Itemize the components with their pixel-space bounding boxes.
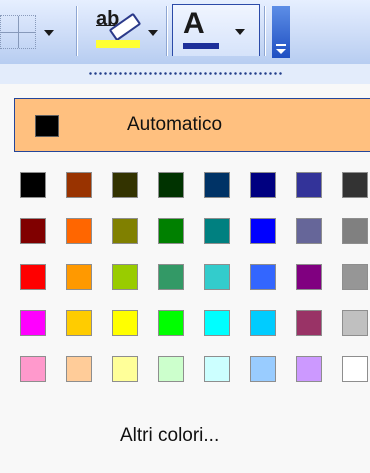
font-color-icon: A <box>183 7 205 40</box>
highlight-color-bar <box>96 40 140 48</box>
font-color-dropdown: Automatico Altri colori... <box>0 64 370 473</box>
highlight-button[interactable]: ab <box>82 8 162 56</box>
color-swatch[interactable] <box>342 172 368 198</box>
color-swatch[interactable] <box>158 310 184 336</box>
color-swatch[interactable] <box>158 172 184 198</box>
color-swatch[interactable] <box>204 310 230 336</box>
word-ui-window: ab A Automatico Altri colori... <box>0 0 370 473</box>
automatic-color-swatch <box>35 115 59 137</box>
toolbar-separator <box>76 6 77 56</box>
color-swatch[interactable] <box>20 172 46 198</box>
drag-handle[interactable] <box>0 64 370 84</box>
color-swatch[interactable] <box>342 310 368 336</box>
color-swatch[interactable] <box>112 264 138 290</box>
color-swatch[interactable] <box>20 310 46 336</box>
more-colors-button[interactable]: Altri colori... <box>120 425 219 447</box>
color-swatch[interactable] <box>66 172 92 198</box>
borders-icon <box>0 15 36 49</box>
color-swatch[interactable] <box>66 310 92 336</box>
borders-button[interactable] <box>0 8 58 56</box>
toolbar-options-button[interactable] <box>272 6 290 58</box>
color-swatch[interactable] <box>250 356 276 382</box>
color-swatch[interactable] <box>158 264 184 290</box>
font-color-button[interactable]: A <box>172 4 260 56</box>
automatic-color-label: Automatico <box>127 114 223 135</box>
color-swatch[interactable] <box>112 356 138 382</box>
color-swatch[interactable] <box>66 264 92 290</box>
color-swatch[interactable] <box>112 310 138 336</box>
color-swatch[interactable] <box>250 310 276 336</box>
drag-dots-icon <box>88 72 284 75</box>
color-swatch[interactable] <box>20 264 46 290</box>
automatic-color-option[interactable]: Automatico <box>14 98 370 152</box>
formatting-toolbar: ab A <box>0 0 370 65</box>
color-swatch[interactable] <box>296 310 322 336</box>
color-swatch[interactable] <box>342 218 368 244</box>
color-swatch[interactable] <box>250 172 276 198</box>
chevron-down-icon <box>276 49 286 54</box>
color-swatch[interactable] <box>66 356 92 382</box>
color-swatch[interactable] <box>158 356 184 382</box>
color-swatch[interactable] <box>204 172 230 198</box>
color-swatch[interactable] <box>204 264 230 290</box>
color-swatch[interactable] <box>250 264 276 290</box>
chevron-down-icon[interactable] <box>148 30 158 36</box>
color-swatch[interactable] <box>296 172 322 198</box>
color-swatch[interactable] <box>296 356 322 382</box>
color-swatch[interactable] <box>66 218 92 244</box>
color-swatch[interactable] <box>158 218 184 244</box>
color-swatch[interactable] <box>204 218 230 244</box>
color-swatch[interactable] <box>204 356 230 382</box>
color-swatch[interactable] <box>296 264 322 290</box>
color-swatch[interactable] <box>342 356 368 382</box>
toolbar-separator <box>166 6 167 56</box>
color-swatch[interactable] <box>342 264 368 290</box>
toolbar-separator <box>264 6 265 56</box>
chevron-down-icon[interactable] <box>235 29 245 35</box>
color-swatch[interactable] <box>20 356 46 382</box>
color-swatch[interactable] <box>20 218 46 244</box>
toolbar-options-icon <box>276 44 286 46</box>
color-swatch[interactable] <box>250 218 276 244</box>
color-swatch[interactable] <box>112 218 138 244</box>
color-swatch[interactable] <box>296 218 322 244</box>
font-color-bar <box>183 43 219 49</box>
color-swatch[interactable] <box>112 172 138 198</box>
chevron-down-icon[interactable] <box>44 30 54 36</box>
